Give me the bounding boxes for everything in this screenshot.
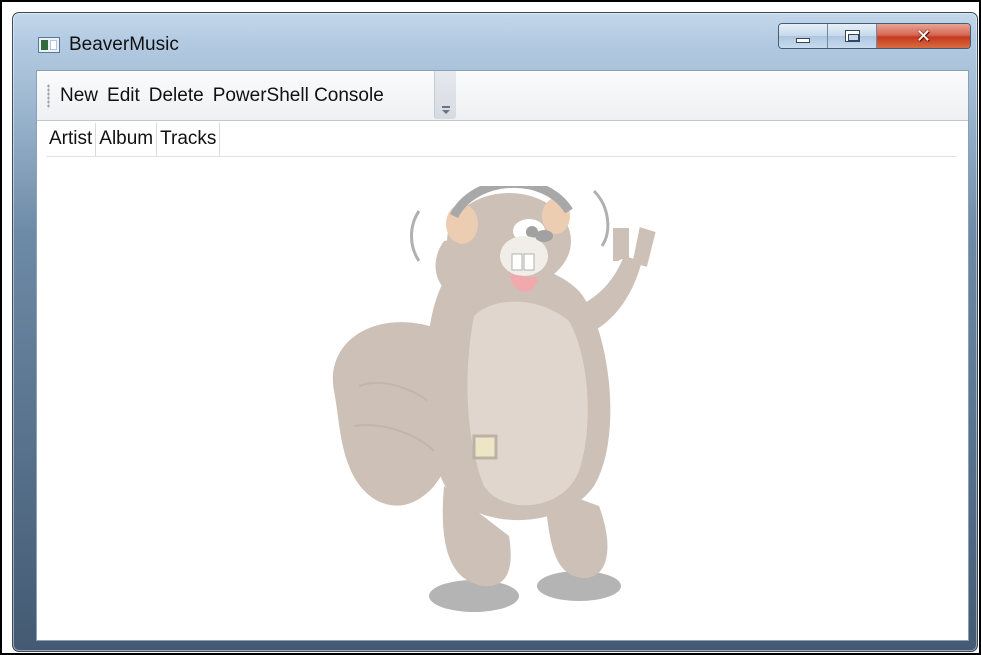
new-button[interactable]: New [56, 83, 103, 109]
close-icon: ✕ [915, 25, 932, 46]
maximize-button[interactable] [828, 24, 877, 48]
chevron-down-icon [442, 110, 450, 114]
toolbar: New Edit Delete PowerShell Console [37, 71, 968, 121]
powershell-console-button[interactable]: PowerShell Console [209, 83, 389, 109]
client-area: New Edit Delete PowerShell Console Artis… [36, 70, 969, 641]
maximize-icon [844, 30, 860, 42]
grid-header: Artist Album Tracks [46, 123, 957, 157]
minimize-button[interactable] [779, 24, 828, 48]
column-header-tracks[interactable]: Tracks [157, 123, 221, 156]
app-window-icon[interactable] [38, 37, 60, 53]
close-button[interactable]: ✕ [877, 24, 970, 48]
delete-button[interactable]: Delete [145, 83, 209, 109]
toolbar-overflow-button[interactable] [434, 71, 456, 119]
edit-button[interactable]: Edit [103, 83, 145, 109]
window-title: BeaverMusic [69, 34, 179, 55]
app-window: BeaverMusic ✕ New Edit Delete PowerShell… [12, 12, 978, 652]
minimize-icon [796, 37, 810, 43]
column-header-artist[interactable]: Artist [46, 123, 97, 156]
title-bar[interactable]: BeaverMusic ✕ [13, 13, 977, 69]
column-header-filler [220, 123, 957, 156]
toolbar-grip[interactable] [47, 84, 50, 108]
caption-buttons: ✕ [778, 23, 971, 49]
beaver-mascot-watermark [332, 186, 656, 612]
screenshot-frame: BeaverMusic ✕ New Edit Delete PowerShell… [0, 0, 981, 655]
column-header-album[interactable]: Album [96, 123, 158, 156]
grid-body[interactable] [46, 158, 957, 638]
